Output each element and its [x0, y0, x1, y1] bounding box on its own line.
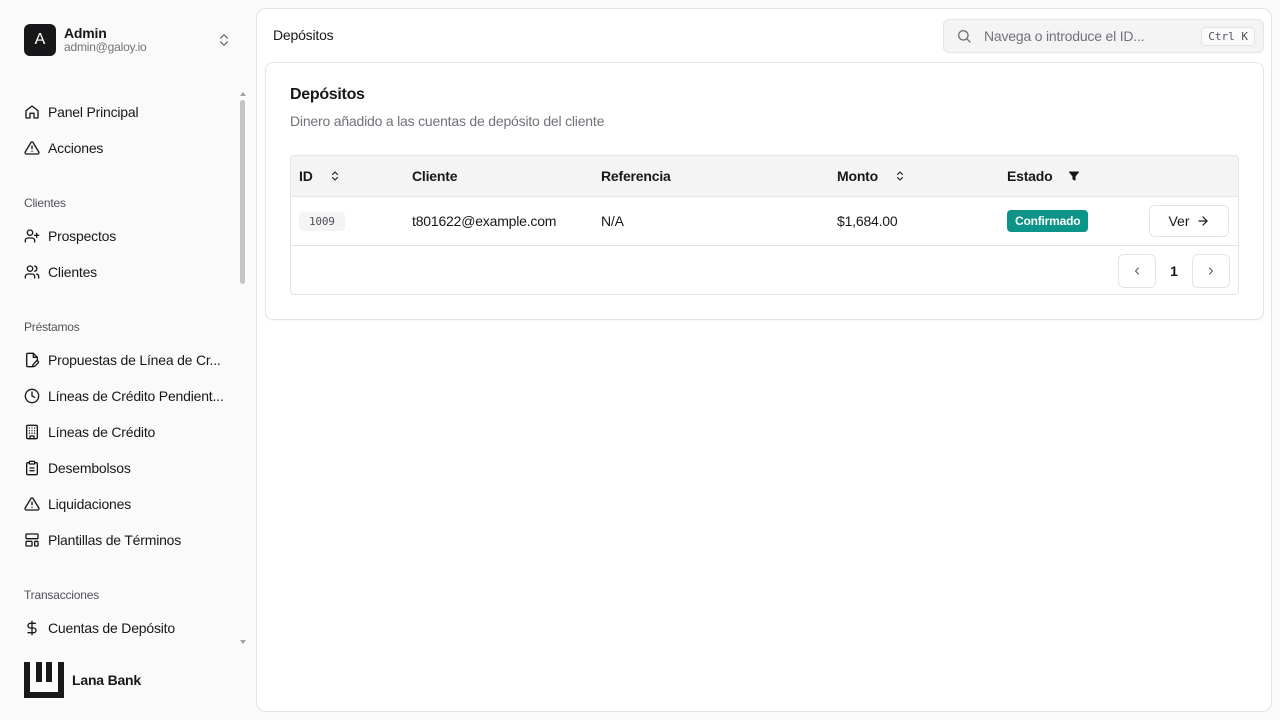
page-number[interactable]: 1 — [1156, 263, 1192, 279]
column-header-monto[interactable]: Monto — [837, 156, 906, 196]
sidebar-item-label: Panel Principal — [48, 104, 139, 120]
scroll-down-icon[interactable] — [240, 640, 246, 644]
search-placeholder: Navega o introduce el ID... — [984, 28, 1145, 44]
column-header-estado[interactable]: Estado — [1007, 156, 1080, 196]
cell-status: Confirmado — [1007, 197, 1089, 245]
deposits-card: Depósitos Dinero añadido a las cuentas d… — [265, 62, 1264, 320]
filter-icon[interactable] — [1068, 170, 1080, 182]
sidebar-item-label: Acciones — [48, 140, 104, 156]
sidebar-item-label: Desembolsos — [48, 460, 131, 476]
sidebar-item-label: Plantillas de Términos — [48, 532, 182, 548]
sidebar-item-desembolsos[interactable]: Desembolsos — [24, 456, 224, 480]
cell-amount: $1,684.00 — [837, 213, 898, 229]
sidebar-item-prospectos[interactable]: Prospectos — [24, 224, 224, 248]
sidebar-item-plantillas[interactable]: Plantillas de Términos — [24, 528, 224, 552]
sidebar-item-label: Clientes — [48, 264, 97, 280]
sidebar-item-liquidaciones[interactable]: Liquidaciones — [24, 492, 224, 516]
sidebar-item-label: Propuestas de Línea de Cr... — [48, 352, 221, 368]
column-label: Estado — [1007, 168, 1053, 184]
sidebar-item-acciones[interactable]: Acciones — [24, 136, 224, 160]
view-button[interactable]: Ver — [1149, 205, 1229, 237]
sidebar-item-label: Liquidaciones — [48, 496, 132, 512]
scroll-up-icon[interactable] — [240, 92, 246, 96]
cell-id: 1009 — [299, 197, 345, 245]
view-button-label: Ver — [1168, 213, 1190, 229]
sidebar-scrollbar[interactable] — [239, 90, 247, 646]
avatar: A — [24, 24, 56, 56]
alert-triangle-icon — [24, 497, 40, 511]
main-panel: Depósitos Navega o introduce el ID... Ct… — [256, 8, 1272, 712]
sort-icon[interactable] — [894, 170, 906, 182]
chevrons-up-down-icon — [220, 34, 228, 46]
sidebar-nav: Panel Principal Acciones Clientes Prospe… — [0, 88, 256, 648]
layout-template-icon — [25, 533, 39, 547]
keyboard-shortcut: Ctrl K — [1201, 26, 1255, 46]
user-name: Admin — [64, 24, 107, 41]
breadcrumb[interactable]: Depósitos — [273, 27, 334, 43]
page-title: Depósitos — [290, 86, 365, 103]
dollar-icon — [27, 620, 37, 636]
chevron-right-icon — [1209, 267, 1213, 275]
sidebar-item-lineas-pendientes[interactable]: Líneas de Crédito Pendient... — [24, 384, 224, 408]
sort-icon[interactable] — [329, 170, 341, 182]
cell-reference: N/A — [601, 213, 624, 229]
sidebar-item-label: Líneas de Crédito — [48, 424, 156, 440]
status-badge: Confirmado — [1007, 210, 1089, 232]
next-page-button[interactable] — [1192, 254, 1230, 288]
sidebar-item-lineas-credito[interactable]: Líneas de Crédito — [24, 420, 224, 444]
column-label: ID — [299, 168, 313, 184]
sidebar-item-cuentas-deposito[interactable]: Cuentas de Depósito — [24, 616, 224, 640]
section-label-transacciones: Transacciones — [24, 588, 99, 602]
alert-triangle-icon — [24, 141, 40, 155]
column-label: Monto — [837, 168, 878, 184]
sidebar-item-panel-principal[interactable]: Panel Principal — [24, 100, 224, 124]
file-edit-icon — [26, 352, 40, 368]
clock-icon — [24, 388, 40, 404]
arrow-right-icon — [1197, 216, 1208, 226]
table-row[interactable]: 1009 t801622@example.com N/A $1,684.00 C… — [291, 197, 1238, 246]
pagination: 1 — [1118, 254, 1230, 288]
home-icon — [25, 105, 39, 119]
sidebar-item-propuestas[interactable]: Propuestas de Línea de Cr... — [24, 348, 224, 372]
scroll-thumb[interactable] — [240, 100, 245, 284]
column-header-referencia: Referencia — [601, 156, 671, 196]
brand-name: Lana Bank — [72, 672, 141, 688]
column-label: Referencia — [601, 168, 671, 184]
sidebar: A Admin admin@galoy.io Panel Principal A… — [0, 0, 256, 720]
clipboard-icon — [26, 460, 38, 476]
sidebar-item-label: Líneas de Crédito Pendient... — [48, 388, 224, 404]
cell-client: t801622@example.com — [412, 213, 557, 229]
chevron-left-icon — [1135, 267, 1139, 275]
table-header: ID Cliente Referencia Monto Estado — [291, 156, 1238, 197]
user-plus-icon — [24, 229, 40, 243]
section-label-clientes: Clientes — [24, 196, 66, 210]
deposits-table: ID Cliente Referencia Monto Estado 1009 … — [290, 155, 1239, 295]
search-icon — [958, 30, 971, 43]
search-input[interactable]: Navega o introduce el ID... Ctrl K — [943, 19, 1264, 53]
user-email: admin@galoy.io — [64, 40, 147, 55]
sidebar-item-clientes[interactable]: Clientes — [24, 260, 224, 284]
user-info: Admin admin@galoy.io — [64, 24, 216, 55]
user-menu[interactable]: A Admin admin@galoy.io — [24, 24, 240, 56]
column-header-cliente: Cliente — [412, 156, 457, 196]
page-description: Dinero añadido a las cuentas de depósito… — [290, 113, 605, 129]
lana-bank-logo — [24, 662, 64, 698]
users-icon — [24, 265, 40, 279]
id-chip: 1009 — [299, 211, 345, 231]
column-label: Cliente — [412, 168, 458, 184]
column-header-id[interactable]: ID — [299, 156, 341, 196]
brand[interactable]: Lana Bank — [24, 662, 141, 698]
section-label-prestamos: Préstamos — [24, 320, 80, 334]
previous-page-button[interactable] — [1118, 254, 1156, 288]
building-icon — [26, 424, 38, 440]
sidebar-item-label: Cuentas de Depósito — [48, 620, 175, 636]
sidebar-item-label: Prospectos — [48, 228, 117, 244]
